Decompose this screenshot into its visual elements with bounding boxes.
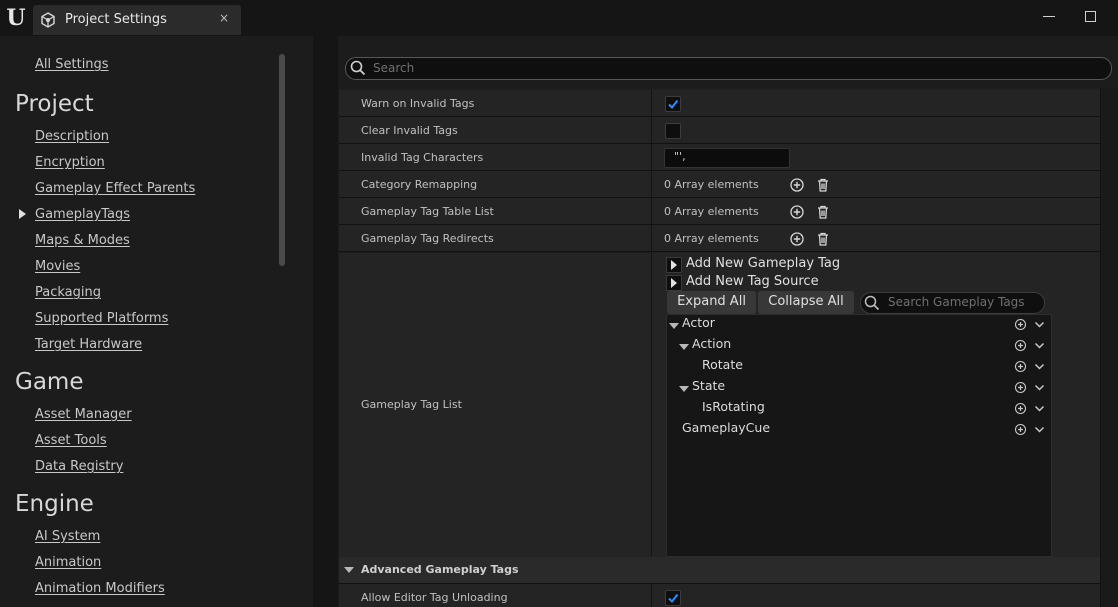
property-label: Clear Invalid Tags — [361, 124, 458, 137]
section-title-game: Game — [15, 369, 84, 395]
tag-node-gameplaycue[interactable]: GameplayCue — [682, 420, 770, 435]
add-subtag-icon[interactable] — [1014, 339, 1027, 352]
unreal-logo-icon: U — [6, 5, 26, 31]
sidebar-item-description[interactable]: Description — [35, 129, 109, 144]
add-element-icon[interactable] — [789, 231, 805, 247]
sidebar-item-gameplay-effect-parents[interactable]: Gameplay Effect Parents — [35, 181, 195, 196]
add-new-tag-source[interactable]: Add New Tag Source — [686, 274, 819, 289]
property-label: Gameplay Tag Table List — [361, 205, 494, 218]
chevron-down-icon[interactable] — [1033, 318, 1046, 331]
chevron-down-icon[interactable] — [1033, 423, 1046, 436]
sidebar-item-supported-platforms[interactable]: Supported Platforms — [35, 311, 168, 326]
allow-editor-tag-unloading-checkbox[interactable] — [665, 590, 681, 606]
add-element-icon[interactable] — [789, 204, 805, 220]
array-count: 0 Array elements — [664, 205, 759, 218]
trash-icon[interactable] — [815, 231, 831, 247]
tag-node-isrotating[interactable]: IsRotating — [702, 399, 765, 414]
expand-add-tag-icon[interactable] — [666, 257, 682, 273]
add-subtag-icon[interactable] — [1014, 381, 1027, 394]
property-row: Clear Invalid Tags — [339, 117, 1100, 144]
property-row: Allow Editor Tag Unloading — [339, 584, 1100, 607]
chevron-down-icon[interactable] — [1033, 339, 1046, 352]
sidebar-item-packaging[interactable]: Packaging — [35, 285, 101, 300]
sidebar-item-ai-system[interactable]: AI System — [35, 529, 100, 544]
invalid-tag-characters-value: "', — [674, 150, 686, 163]
expand-all-button[interactable]: Expand All — [667, 291, 756, 314]
sidebar-scrollbar[interactable] — [279, 54, 285, 266]
sidebar-item-maps-modes[interactable]: Maps & Modes — [35, 233, 130, 248]
expand-arrow-icon[interactable] — [679, 344, 689, 350]
collapse-arrow-icon — [344, 567, 354, 573]
sidebar-item-target-hardware[interactable]: Target Hardware — [35, 337, 142, 352]
sidebar-item-movies[interactable]: Movies — [35, 259, 80, 274]
settings-sidebar: All Settings Project Description Encrypt… — [0, 36, 313, 607]
trash-icon[interactable] — [815, 177, 831, 193]
panel-splitter[interactable] — [313, 36, 338, 607]
clear-invalid-tags-checkbox[interactable] — [665, 123, 681, 139]
expand-arrow-icon[interactable] — [669, 323, 679, 329]
sidebar-item-animation[interactable]: Animation — [35, 555, 101, 570]
sidebar-item-asset-tools[interactable]: Asset Tools — [35, 433, 107, 448]
advanced-section-header[interactable]: Advanced Gameplay Tags — [339, 557, 1100, 584]
section-title-engine: Engine — [15, 491, 94, 517]
chevron-down-icon[interactable] — [1033, 402, 1046, 415]
maximize-icon[interactable] — [1085, 11, 1096, 22]
property-label: Category Remapping — [361, 178, 478, 191]
add-new-gameplay-tag[interactable]: Add New Gameplay Tag — [686, 256, 840, 271]
collapse-all-button[interactable]: Collapse All — [758, 291, 854, 314]
close-tab-icon[interactable]: × — [219, 11, 229, 25]
sidebar-item-asset-manager[interactable]: Asset Manager — [35, 407, 132, 422]
tag-node-actor[interactable]: Actor — [682, 315, 715, 330]
sidebar-item-data-registry[interactable]: Data Registry — [35, 459, 123, 474]
chevron-down-icon[interactable] — [1033, 381, 1046, 394]
add-subtag-icon[interactable] — [1014, 360, 1027, 373]
tag-node-action[interactable]: Action — [692, 336, 731, 351]
title-bar: U Project Settings × — [0, 0, 1118, 36]
tag-node-rotate[interactable]: Rotate — [702, 357, 743, 372]
property-label: Warn on Invalid Tags — [361, 97, 475, 110]
search-input[interactable] — [373, 59, 1073, 77]
add-element-icon[interactable] — [789, 177, 805, 193]
chevron-down-icon[interactable] — [1033, 360, 1046, 373]
sidebar-item-gameplaytags[interactable]: GameplayTags — [35, 207, 130, 222]
details-scroll-track[interactable] — [1100, 88, 1118, 607]
sidebar-item-animation-modifiers[interactable]: Animation Modifiers — [35, 581, 165, 596]
add-subtag-icon[interactable] — [1014, 423, 1027, 436]
selected-arrow-icon — [19, 209, 26, 219]
section-title-project: Project — [15, 91, 94, 117]
minimize-icon[interactable] — [1043, 16, 1055, 17]
gameplay-tag-list-label: Gameplay Tag List — [361, 398, 462, 411]
invalid-tag-characters-field[interactable]: "', — [664, 148, 790, 168]
property-row: Warn on Invalid Tags — [339, 90, 1100, 117]
sidebar-all-settings[interactable]: All Settings — [35, 57, 109, 72]
tab-project-settings[interactable]: Project Settings × — [33, 5, 241, 35]
add-subtag-icon[interactable] — [1014, 402, 1027, 415]
property-label: Gameplay Tag Redirects — [361, 232, 494, 245]
property-label: Allow Editor Tag Unloading — [361, 591, 508, 604]
tag-search-input[interactable] — [888, 294, 1038, 310]
sidebar-item-encryption[interactable]: Encryption — [35, 155, 105, 170]
settings-cube-icon — [41, 12, 55, 28]
checkmark-icon — [668, 99, 679, 110]
checkmark-icon — [668, 593, 679, 604]
advanced-section-title: Advanced Gameplay Tags — [361, 563, 519, 576]
warn-invalid-tags-checkbox[interactable] — [665, 96, 681, 112]
property-label: Invalid Tag Characters — [361, 151, 484, 164]
expand-arrow-icon[interactable] — [679, 386, 689, 392]
search-icon — [864, 295, 880, 311]
search-icon — [350, 60, 366, 76]
array-count: 0 Array elements — [664, 232, 759, 245]
trash-icon[interactable] — [815, 204, 831, 220]
array-count: 0 Array elements — [664, 178, 759, 191]
tag-node-state[interactable]: State — [692, 378, 725, 393]
add-subtag-icon[interactable] — [1014, 318, 1027, 331]
expand-add-source-icon[interactable] — [666, 275, 682, 291]
tab-label: Project Settings — [65, 12, 167, 27]
